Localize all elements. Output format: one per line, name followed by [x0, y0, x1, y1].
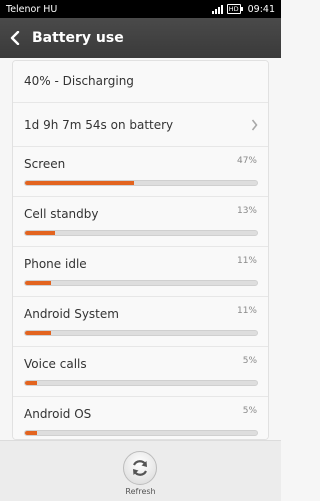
usage-item-percent: 13%: [236, 206, 257, 216]
on-battery-text: 1d 9h 7m 54s on battery: [24, 118, 174, 132]
status-bar: Telenor HU HD 09:41: [0, 0, 281, 18]
usage-bar-fill: [25, 231, 56, 235]
usage-item-name: Phone idle: [24, 257, 87, 271]
usage-bar: [24, 230, 258, 236]
usage-bar: [24, 180, 258, 186]
usage-item-percent: 5%: [242, 406, 257, 416]
usage-bar-fill: [25, 381, 37, 385]
usage-bar: [24, 330, 258, 336]
usage-item-name: Voice calls: [24, 357, 87, 371]
page-title: Battery use: [32, 30, 124, 46]
usage-item-name: Android OS: [24, 407, 92, 421]
usage-item-name: Cell standby: [24, 207, 99, 221]
signal-icon: [211, 4, 223, 14]
usage-item-percent: 11%: [236, 306, 257, 316]
chevron-right-icon: [251, 119, 258, 131]
refresh-icon: [133, 460, 147, 476]
usage-bar: [24, 380, 258, 386]
usage-item-android-system[interactable]: Android System 11%: [13, 297, 268, 347]
status-indicators: HD 09:41: [211, 3, 275, 15]
usage-bar-fill: [25, 431, 37, 435]
usage-item-percent: 11%: [236, 256, 257, 266]
carrier-name: Telenor HU: [6, 3, 58, 15]
back-button[interactable]: [0, 18, 30, 58]
usage-item-android-os[interactable]: Android OS 5%: [13, 397, 268, 439]
chevron-left-icon: [10, 31, 20, 45]
refresh-label: Refresh: [125, 487, 156, 496]
usage-item-phone-idle[interactable]: Phone idle 11%: [13, 247, 268, 297]
clock: 09:41: [247, 3, 275, 15]
bottom-action-bar: Refresh: [0, 440, 281, 501]
usage-item-cell-standby[interactable]: Cell standby 13%: [13, 197, 268, 247]
usage-item-percent: 47%: [236, 156, 257, 166]
battery-history-row[interactable]: 1d 9h 7m 54s on battery: [13, 103, 268, 147]
usage-bar-fill: [25, 181, 135, 185]
battery-status-icon: HD: [226, 4, 243, 14]
usage-bar: [24, 430, 258, 436]
usage-bar-fill: [25, 331, 51, 335]
usage-bar: [24, 280, 258, 286]
usage-bar-fill: [25, 281, 51, 285]
refresh-button[interactable]: [123, 451, 157, 485]
usage-item-name: Screen: [24, 157, 66, 171]
battery-usage-list: 40% - Discharging 1d 9h 7m 54s on batter…: [12, 60, 269, 440]
battery-level-row: 40% - Discharging: [13, 61, 268, 103]
usage-item-screen[interactable]: Screen 47%: [13, 147, 268, 197]
usage-item-name: Android System: [24, 307, 119, 321]
usage-item-voice-calls[interactable]: Voice calls 5%: [13, 347, 268, 397]
battery-level-text: 40% - Discharging: [24, 74, 134, 88]
app-bar: Battery use: [0, 18, 281, 58]
usage-item-percent: 5%: [242, 356, 257, 366]
